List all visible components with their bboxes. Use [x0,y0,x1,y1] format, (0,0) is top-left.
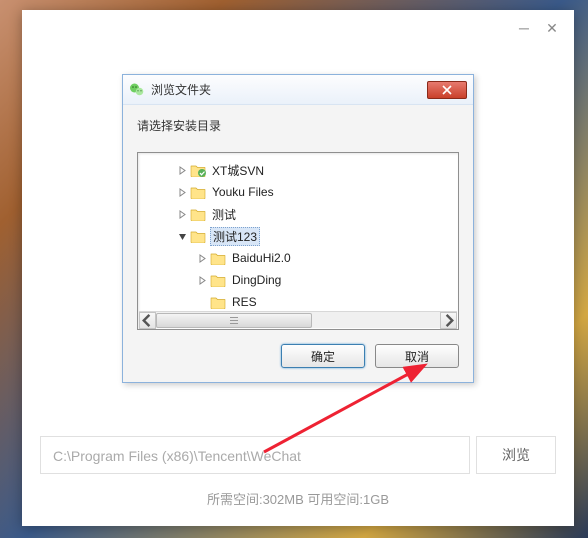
browse-folder-dialog: 浏览文件夹 请选择安装目录 XT城SVN Youku Files 测试测试123 Ba… [122,74,474,383]
tree-item-label: 测试 [210,206,238,223]
tree-item[interactable]: RES [138,291,458,313]
folder-icon [210,295,226,309]
scroll-right-button[interactable] [440,312,457,329]
outer-titlebar: ─ ✕ [22,10,574,46]
dialog-body: 请选择安装目录 XT城SVN Youku Files 测试测试123 BaiduHi2… [123,105,473,382]
horizontal-scrollbar[interactable] [139,311,457,328]
tree-item[interactable]: DingDing [138,269,458,291]
tree-item[interactable]: BaiduHi2.0 [138,247,458,269]
expander-spacer [194,294,210,310]
folder-icon [210,251,226,265]
installer-window: ─ ✕ C:\Program Files (x86)\Tencent\WeCha… [22,10,574,526]
folder-icon [190,207,206,221]
ok-button[interactable]: 确定 [281,344,365,368]
cancel-button[interactable]: 取消 [375,344,459,368]
chevron-right-icon[interactable] [174,206,190,222]
scroll-track[interactable] [156,312,440,329]
scroll-thumb[interactable] [156,313,312,328]
folder-icon [190,163,206,177]
folder-icon [210,273,226,287]
tree-item-label: DingDing [230,273,283,287]
minimize-button[interactable]: ─ [510,17,538,39]
chevron-right-icon[interactable] [174,162,190,178]
browse-button[interactable]: 浏览 [476,436,556,474]
dialog-close-button[interactable] [427,81,467,99]
dialog-title: 浏览文件夹 [151,81,427,98]
install-path-input[interactable]: C:\Program Files (x86)\Tencent\WeChat [40,436,470,474]
chevron-right-icon[interactable] [174,184,190,200]
tree-item[interactable]: 测试123 [138,225,458,247]
tree-item-label: RES [230,295,259,309]
tree-item[interactable]: Youku Files [138,181,458,203]
chevron-right-icon[interactable] [194,272,210,288]
scroll-left-button[interactable] [139,312,156,329]
space-info-label: 所需空间:302MB 可用空间:1GB [22,489,574,508]
folder-tree[interactable]: XT城SVN Youku Files 测试测试123 BaiduHi2.0 DingDi… [137,152,459,330]
chevron-down-icon[interactable] [174,228,190,244]
dialog-button-row: 确定 取消 [137,344,459,368]
chevron-right-icon[interactable] [194,250,210,266]
wechat-icon [129,82,145,98]
tree-item-label: BaiduHi2.0 [230,251,293,265]
folder-icon [190,229,206,243]
close-button[interactable]: ✕ [538,17,566,39]
tree-item[interactable]: XT城SVN [138,159,458,181]
tree-item[interactable]: 测试 [138,203,458,225]
tree-item-label: 测试123 [210,227,260,246]
dialog-prompt: 请选择安装目录 [137,117,459,134]
tree-item-label: XT城SVN [210,162,266,179]
folder-icon [190,185,206,199]
tree-item-label: Youku Files [210,185,276,199]
dialog-titlebar[interactable]: 浏览文件夹 [123,75,473,105]
